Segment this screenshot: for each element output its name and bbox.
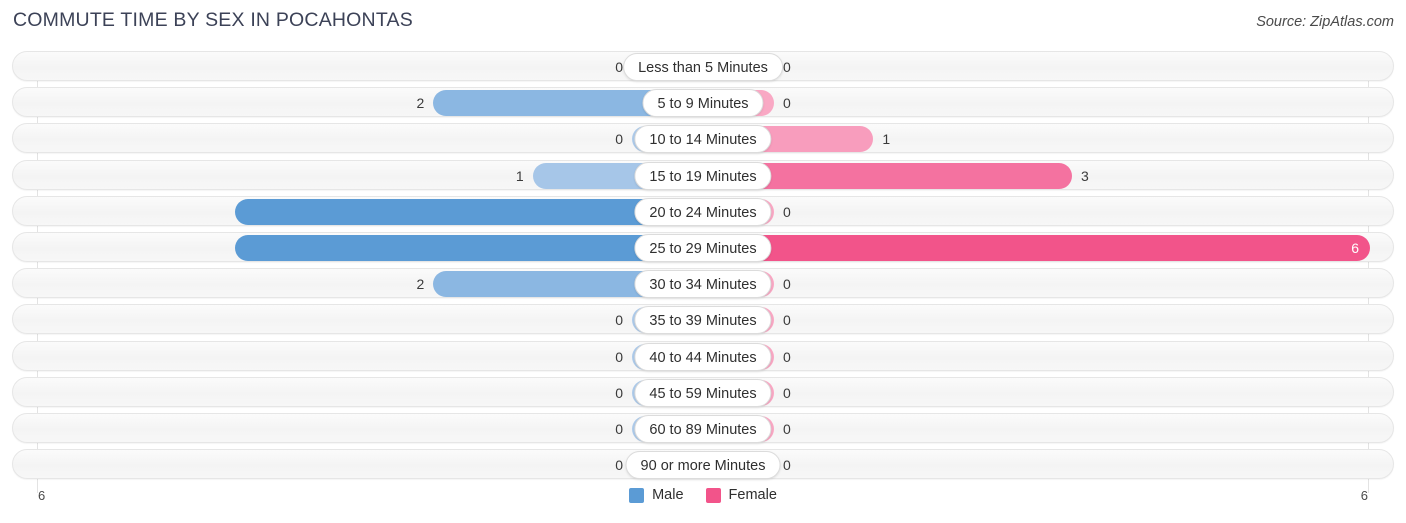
category-label: 5 to 9 Minutes	[642, 89, 764, 118]
category-label: 30 to 34 Minutes	[634, 270, 772, 299]
bar-value-female: 0	[783, 312, 791, 329]
bar-value-female: 6	[1351, 240, 1359, 256]
row-track: 4 6 25 to 29 Minutes	[13, 233, 1393, 262]
chart-legend: Male Female	[0, 487, 1406, 503]
bar-value-female: 0	[783, 276, 791, 293]
category-label: 45 to 59 Minutes	[634, 378, 772, 407]
category-label: 25 to 29 Minutes	[634, 234, 772, 262]
table-row[interactable]: 0 0 Less than 5 Minutes	[12, 51, 1394, 81]
table-row[interactable]: 1 3 15 to 19 Minutes	[12, 159, 1394, 190]
table-row[interactable]: 0 0 45 to 59 Minutes	[12, 376, 1394, 407]
bar-male[interactable]: 4	[234, 235, 702, 261]
bar-value-female: 0	[783, 384, 791, 401]
bar-value-male: 1	[515, 167, 524, 184]
row-track: 0 0 45 to 59 Minutes	[13, 378, 1393, 407]
category-label: 20 to 24 Minutes	[634, 197, 772, 226]
table-row[interactable]: 2 0 30 to 34 Minutes	[12, 268, 1394, 299]
bar-value-female: 1	[882, 131, 891, 148]
legend-item-male[interactable]: Male	[629, 487, 684, 503]
bar-value-male: 0	[615, 131, 623, 148]
legend-label: Male	[652, 487, 684, 503]
table-row[interactable]: 0 1 10 to 14 Minutes	[12, 123, 1394, 154]
table-row[interactable]: 2 0 5 to 9 Minutes	[12, 87, 1394, 118]
row-track: 0 0 35 to 39 Minutes	[13, 305, 1393, 335]
table-row[interactable]: 0 0 40 to 44 Minutes	[12, 340, 1394, 371]
chart-plot-area: 0 0 Less than 5 Minutes 2 0 5 to 9 Minutes 0 1 1…	[12, 51, 1394, 493]
bar-value-female: 0	[783, 348, 791, 365]
page-title: COMMUTE TIME BY SEX IN POCAHONTAS	[13, 9, 413, 31]
source-attribution: Source: ZipAtlas.com	[1256, 14, 1394, 30]
table-row[interactable]: 0 0 35 to 39 Minutes	[12, 304, 1394, 335]
bar-value-male: 0	[615, 59, 623, 75]
category-label: 40 to 44 Minutes	[634, 342, 772, 371]
bar-value-female: 0	[783, 95, 791, 112]
table-row[interactable]: 0 0 90 or more Minutes	[12, 449, 1394, 480]
category-label: 60 to 89 Minutes	[634, 415, 772, 443]
bar-male[interactable]: 4	[234, 198, 702, 225]
bar-value-male: 0	[615, 421, 623, 437]
chart-page: COMMUTE TIME BY SEX IN POCAHONTAS Source…	[0, 0, 1406, 523]
bar-value-male: 0	[615, 312, 623, 329]
bar-value-female: 0	[783, 59, 791, 75]
category-label: 90 or more Minutes	[625, 451, 781, 480]
table-row[interactable]: 4 6 25 to 29 Minutes	[12, 232, 1394, 262]
category-label: 35 to 39 Minutes	[634, 306, 772, 335]
row-track: 2 0 30 to 34 Minutes	[13, 269, 1393, 299]
row-track: 0 1 10 to 14 Minutes	[13, 124, 1393, 154]
row-track: 0 0 Less than 5 Minutes	[13, 52, 1393, 81]
category-label: Less than 5 Minutes	[623, 53, 783, 81]
bar-value-male: 0	[615, 457, 623, 474]
bar-value-male: 0	[615, 384, 623, 401]
row-track: 2 0 5 to 9 Minutes	[13, 88, 1393, 118]
legend-swatch-icon	[705, 487, 721, 503]
category-label: 10 to 14 Minutes	[634, 125, 772, 154]
row-track: 0 0 60 to 89 Minutes	[13, 414, 1393, 443]
table-row[interactable]: 4 0 20 to 24 Minutes	[12, 195, 1394, 226]
table-row[interactable]: 0 0 60 to 89 Minutes	[12, 413, 1394, 443]
row-track: 4 0 20 to 24 Minutes	[13, 197, 1393, 226]
bar-female[interactable]: 6	[704, 235, 1370, 261]
bar-value-male: 0	[615, 348, 623, 365]
legend-label: Female	[728, 487, 777, 503]
bar-value-female: 0	[783, 457, 791, 474]
bar-value-female: 0	[783, 203, 791, 220]
bar-value-male: 2	[416, 95, 425, 112]
row-track: 0 0 40 to 44 Minutes	[13, 342, 1393, 371]
legend-item-female[interactable]: Female	[705, 487, 777, 503]
legend-swatch-icon	[629, 487, 645, 503]
category-label: 15 to 19 Minutes	[634, 161, 772, 190]
row-track: 0 0 90 or more Minutes	[13, 450, 1393, 480]
row-track: 1 3 15 to 19 Minutes	[13, 161, 1393, 190]
bar-value-female: 0	[783, 421, 791, 437]
bar-value-female: 3	[1081, 167, 1089, 184]
bar-value-male: 2	[416, 276, 425, 293]
